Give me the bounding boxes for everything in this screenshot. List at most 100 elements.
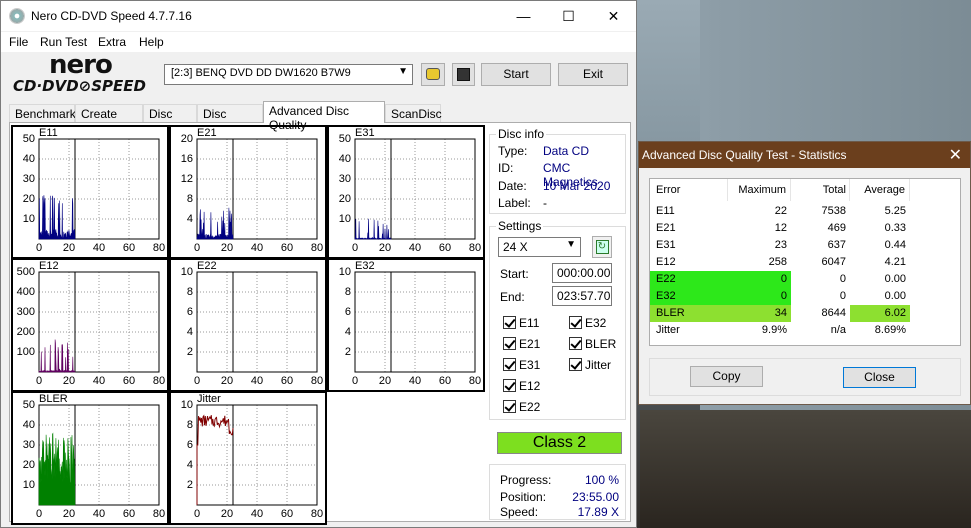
menu-extra[interactable]: Extra xyxy=(98,35,126,49)
tab-disc-info[interactable]: Disc Info xyxy=(143,104,197,135)
table-row: E12 258 6047 4.21 xyxy=(650,254,960,271)
error-value: E12 xyxy=(656,256,676,268)
y-tick-label: 50 xyxy=(22,399,35,411)
progress-label: Progress: xyxy=(500,473,552,487)
statistics-close-icon[interactable]: ✕ xyxy=(949,145,962,165)
save-icon xyxy=(457,68,470,81)
chevron-down-icon: ▼ xyxy=(398,66,408,77)
maximum-cell: 22 xyxy=(728,203,791,220)
table-row: E11 22 7538 5.25 xyxy=(650,203,960,220)
y-tick-label: 6 xyxy=(186,439,193,451)
checkbox-e22[interactable]: E22 xyxy=(503,400,540,414)
exit-button[interactable]: Exit xyxy=(558,63,628,86)
error-value: BLER xyxy=(656,307,685,319)
table-row: BLER 34 8644 6.02 xyxy=(650,305,960,322)
refresh-button[interactable]: ↻ xyxy=(592,236,612,258)
column-header-error[interactable]: Error xyxy=(650,179,728,201)
menu-bar: File Run Test Extra Help xyxy=(1,32,636,52)
column-header-average[interactable]: Average xyxy=(850,179,910,201)
average-cell: 5.25 xyxy=(850,203,910,220)
start-time-input[interactable]: 000:00.00 xyxy=(552,263,612,283)
tab-create-disc[interactable]: Create Disc xyxy=(75,104,143,135)
x-tick-label: 40 xyxy=(250,242,264,254)
total-value: 7538 xyxy=(821,205,846,217)
type-label: Type: xyxy=(498,144,528,158)
checkbox-e12-label: E12 xyxy=(519,379,541,393)
column-header-maximum[interactable]: Maximum xyxy=(728,179,791,201)
chart-e11-plot xyxy=(38,138,160,240)
refresh-icon: ↻ xyxy=(595,240,609,254)
y-tick-label: 20 xyxy=(22,459,35,471)
speed-select[interactable]: 24 X ▼ xyxy=(498,237,581,257)
y-tick-label: 4 xyxy=(186,326,193,338)
x-tick-label: 40 xyxy=(250,375,264,387)
chart-jitter: Jitter 10 8 6 4 2 0 20 40 60 80 xyxy=(169,391,327,525)
menu-file[interactable]: File xyxy=(9,35,28,49)
minimize-button[interactable]: — xyxy=(501,1,546,31)
chart-title: E12 xyxy=(39,260,59,272)
tab-disc-quality[interactable]: Disc Quality xyxy=(197,104,263,135)
y-tick-label: 400 xyxy=(16,286,35,298)
y-tick-label: 8 xyxy=(186,419,193,431)
checkbox-e21-label: E21 xyxy=(519,337,541,351)
error-cell: Jitter xyxy=(650,322,728,339)
y-tick-label: 200 xyxy=(16,326,35,338)
date-value: 10 Mar 2020 xyxy=(543,179,611,193)
maximum-value: 23 xyxy=(774,239,787,251)
wallpaper-city xyxy=(640,410,971,528)
drive-select[interactable]: [2:3] BENQ DVD DD DW1620 B7W9 ▼ xyxy=(164,64,413,85)
total-value: 0 xyxy=(839,273,846,285)
checkbox-e11[interactable]: E11 xyxy=(503,316,539,330)
maximize-button[interactable]: ☐ xyxy=(546,1,591,31)
checkbox-bler[interactable]: BLER xyxy=(569,337,616,351)
menu-run-test[interactable]: Run Test xyxy=(40,35,87,49)
menu-help[interactable]: Help xyxy=(139,35,164,49)
end-time-input[interactable]: 023:57.70 xyxy=(552,286,612,306)
tab-benchmark[interactable]: Benchmark xyxy=(9,104,76,123)
toolbar: nero CD·DVD⊘SPEED [2:3] BENQ DVD DD DW16… xyxy=(1,50,636,99)
drive-info-button[interactable] xyxy=(421,63,445,86)
copy-button[interactable]: Copy xyxy=(690,366,763,387)
error-value: Jitter xyxy=(656,324,680,336)
check-icon xyxy=(503,337,516,350)
start-button[interactable]: Start xyxy=(481,63,551,86)
chart-e32: E32 10 8 6 4 2 0 20 40 60 80 xyxy=(327,258,485,392)
maximum-cell: 23 xyxy=(728,237,791,254)
checkbox-e12[interactable]: E12 xyxy=(503,379,540,393)
tab-advanced-disc-quality[interactable]: Advanced Disc Quality xyxy=(263,101,385,132)
error-value: E22 xyxy=(656,273,676,285)
check-icon xyxy=(569,316,582,329)
checkbox-e31[interactable]: E31 xyxy=(503,358,540,372)
column-header-total[interactable]: Total xyxy=(791,179,850,201)
y-tick-label: 500 xyxy=(16,266,35,278)
average-value: 5.25 xyxy=(884,205,906,217)
y-tick-label: 40 xyxy=(338,153,351,165)
title-bar: Nero CD-DVD Speed 4.7.7.16 — ☐ ✕ xyxy=(1,1,636,31)
checkbox-e22-label: E22 xyxy=(519,400,541,414)
tab-scandisc[interactable]: ScanDisc xyxy=(385,104,442,123)
x-tick-label: 40 xyxy=(92,375,106,387)
checkbox-e21[interactable]: E21 xyxy=(503,337,540,351)
x-tick-label: 0 xyxy=(351,242,359,254)
speed-label: Speed: xyxy=(500,505,539,519)
id-label: ID: xyxy=(498,161,514,175)
y-tick-label: 8 xyxy=(186,193,193,205)
x-tick-label: 20 xyxy=(220,375,234,387)
x-tick-label: 60 xyxy=(122,375,136,387)
error-cell: BLER xyxy=(650,305,728,322)
x-tick-label: 0 xyxy=(193,242,201,254)
checkbox-e32[interactable]: E32 xyxy=(569,316,606,330)
x-tick-label: 60 xyxy=(280,242,294,254)
table-row: E21 12 469 0.33 xyxy=(650,220,960,237)
close-dialog-button[interactable]: Close xyxy=(843,367,916,388)
save-button[interactable] xyxy=(452,63,475,86)
close-button[interactable]: ✕ xyxy=(591,1,636,31)
total-value: 8644 xyxy=(821,307,846,319)
y-tick-label: 30 xyxy=(338,173,351,185)
chart-title: E31 xyxy=(355,127,375,139)
x-tick-label: 60 xyxy=(280,508,294,520)
y-tick-label: 12 xyxy=(180,173,193,185)
logo-speed-text: CD·DVD⊘SPEED xyxy=(13,77,146,95)
y-tick-label: 100 xyxy=(16,346,35,358)
checkbox-jitter[interactable]: Jitter xyxy=(569,358,611,372)
